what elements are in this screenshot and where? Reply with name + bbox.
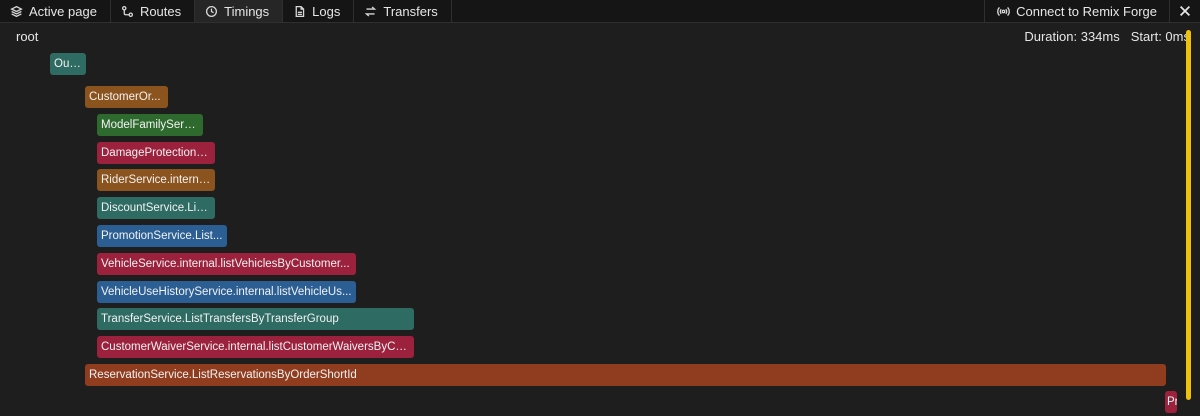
span-bar-3[interactable]: DamageProtectionP... bbox=[97, 142, 215, 164]
span-bar-10[interactable]: CustomerWaiverService.internal.listCusto… bbox=[97, 336, 414, 358]
tab-label: Timings bbox=[224, 3, 270, 19]
devtools-tabbar: Active page Routes Timings Logs Transfer… bbox=[0, 0, 1200, 23]
clock-icon bbox=[206, 5, 218, 17]
tab-timings[interactable]: Timings bbox=[195, 0, 284, 22]
tab-logs[interactable]: Logs bbox=[283, 0, 355, 22]
close-button[interactable] bbox=[1169, 0, 1200, 22]
connect-forge-button[interactable]: Connect to Remix Forge bbox=[984, 0, 1169, 22]
span-bar-1[interactable]: CustomerOr... bbox=[85, 86, 168, 108]
tab-label: Logs bbox=[312, 3, 341, 19]
file-icon bbox=[295, 5, 305, 17]
close-icon bbox=[1180, 6, 1190, 16]
timeline-root-label: root bbox=[16, 29, 39, 44]
tab-transfers[interactable]: Transfers bbox=[354, 0, 452, 22]
span-bar-8[interactable]: VehicleUseHistoryService.internal.listVe… bbox=[97, 281, 356, 303]
scrollbar-thumb[interactable] bbox=[1186, 30, 1191, 400]
tab-routes[interactable]: Routes bbox=[111, 0, 196, 22]
span-bar-7[interactable]: VehicleService.internal.listVehiclesByCu… bbox=[97, 253, 356, 275]
span-bar-5[interactable]: DiscountService.Lis... bbox=[97, 197, 215, 219]
vertical-scrollbar[interactable] bbox=[1186, 30, 1193, 400]
arrows-icon bbox=[365, 6, 377, 16]
layers-icon bbox=[10, 5, 23, 17]
timeline-meta: Duration: 334ms Start: 0ms bbox=[1024, 29, 1190, 44]
span-bar-6[interactable]: PromotionService.List... bbox=[97, 225, 227, 247]
duration-label: Duration: 334ms bbox=[1024, 29, 1120, 44]
tab-label: Routes bbox=[139, 3, 182, 19]
span-bar-12[interactable]: Pr bbox=[1165, 391, 1177, 413]
tab-label: Transfers bbox=[383, 3, 438, 19]
span-bar-4[interactable]: RiderService.interna... bbox=[97, 169, 215, 191]
broadcast-icon bbox=[997, 6, 1010, 16]
connect-forge-label: Connect to Remix Forge bbox=[1016, 3, 1157, 19]
span-bar-2[interactable]: ModelFamilyServi... bbox=[97, 114, 203, 136]
span-bar-9[interactable]: TransferService.ListTransfersByTransferG… bbox=[97, 308, 414, 330]
tab-label: Active page bbox=[29, 3, 97, 19]
span-bar-0[interactable]: Out... bbox=[50, 53, 86, 75]
routes-icon bbox=[121, 5, 133, 17]
span-bar-11[interactable]: ReservationService.ListReservationsByOrd… bbox=[85, 364, 1166, 386]
tab-active-page[interactable]: Active page bbox=[0, 0, 111, 22]
start-label: Start: 0ms bbox=[1130, 29, 1190, 44]
